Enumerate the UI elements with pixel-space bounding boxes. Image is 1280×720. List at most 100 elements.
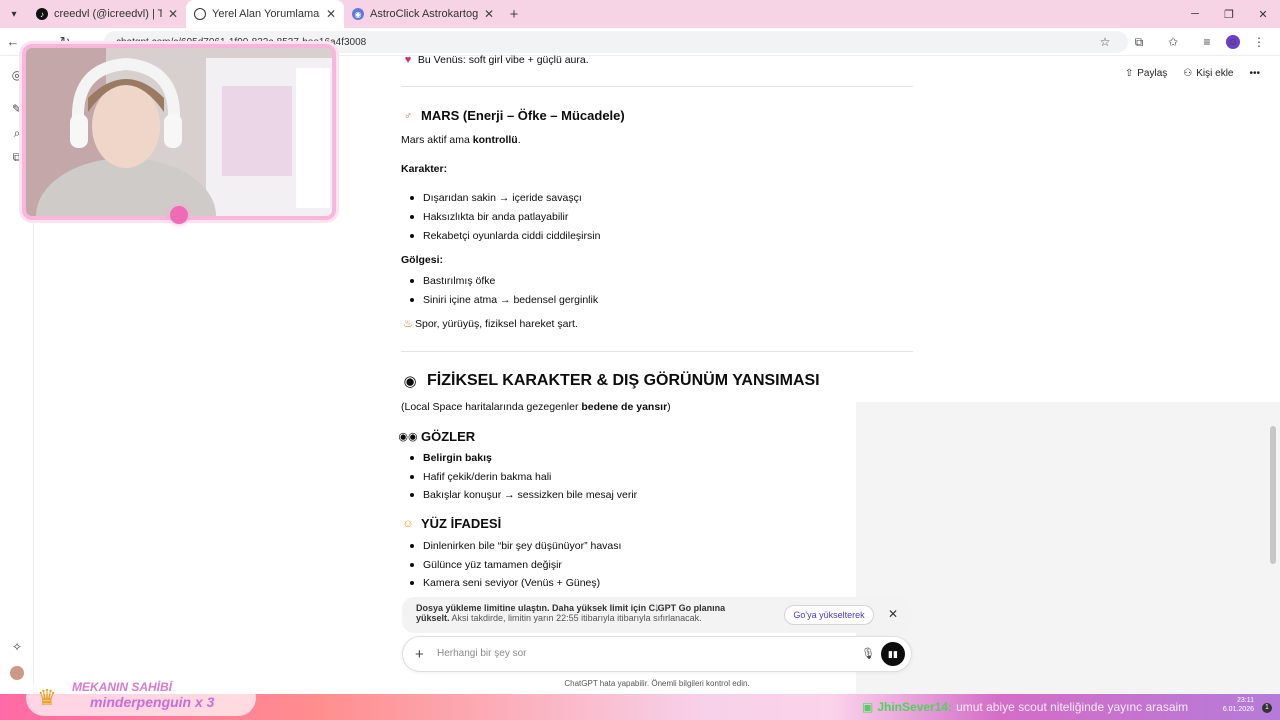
tab-chatgpt[interactable]: Yerel Alan Yorumlaması ✕ xyxy=(186,0,344,28)
list-item: Kamera seni seviyor (Venüs + Güneş) xyxy=(409,577,601,589)
list-item: Hafif çekik/derin bakma hali xyxy=(409,471,552,483)
mars-heading-text: MARS (Enerji – Öfke – Mücadele) xyxy=(421,108,625,123)
overlay-panel xyxy=(856,402,1280,694)
more-options-button[interactable]: ••• xyxy=(1249,68,1260,79)
tiktok-icon: ♪ xyxy=(36,8,48,20)
character-label: Karakter: xyxy=(401,163,448,175)
notice-line2-bold: yükselt. xyxy=(416,613,450,623)
venus-text: Bu Venüs: soft girl vibe + güçlü aura. xyxy=(417,54,589,66)
list-item: Gülünce yüz tamamen değişir xyxy=(410,559,562,571)
list-item: Haksızlıkta bir anda patlayabilir xyxy=(409,211,569,223)
chatgpt-icon xyxy=(194,8,206,20)
fire-icon: ♨ xyxy=(403,318,413,330)
close-window-icon[interactable]: ✕ xyxy=(1246,0,1280,28)
tab-astroclick[interactable]: ◉ AstroClick Astrokartografi Yoru ✕ xyxy=(344,0,502,28)
physical-note-post: ) xyxy=(667,401,671,413)
toolbar-actions: ☆ ⧉ ✩ ≡ O ⋮ xyxy=(1090,28,1274,56)
divider xyxy=(401,86,913,87)
upgrade-go-button[interactable]: Go'ya yükselterek xyxy=(784,605,874,625)
mars-intro-bold: kontrollü xyxy=(472,134,518,146)
face-heading-text: YÜZ İFADESİ xyxy=(421,516,502,531)
scrollbar-thumb[interactable] xyxy=(1270,426,1276,564)
system-clock: 23:11 6.01.2026 xyxy=(1223,696,1254,714)
list-item: Dışarıdan sakin → içeride savaşçı xyxy=(410,192,582,204)
mars-tip: ♨ Spor, yürüyüş, fiziksel hareket şart. xyxy=(401,317,578,331)
sparkle-icon[interactable]: ✧ xyxy=(10,640,24,654)
mars-heading: ♂ MARS (Enerji – Öfke – Mücadele) xyxy=(401,108,625,123)
window-controls: ─ ❐ ✕ xyxy=(1178,0,1280,28)
close-icon[interactable]: ✕ xyxy=(484,7,494,21)
profile-avatar[interactable]: O xyxy=(1226,35,1240,49)
shadow-label: Gölgesi: xyxy=(401,254,444,266)
chat-user: JhinSever14: xyxy=(877,700,953,714)
mars-intro-pre: Mars aktif ama xyxy=(401,134,473,146)
menu-icon[interactable]: ⋮ xyxy=(1244,35,1274,49)
notification-badge[interactable]: 1 xyxy=(1262,703,1272,713)
microphone-icon[interactable]: 🎙 xyxy=(861,647,875,660)
new-tab-button[interactable]: + xyxy=(502,6,526,23)
list-item: Bakışlar konuşur → sessizken bile mesaj … xyxy=(409,489,638,501)
physical-heading: ◉ FİZİKSEL KARAKTER & DIŞ GÖRÜNÜM YANSIM… xyxy=(401,372,820,390)
bookmark-star-icon[interactable]: ☆ xyxy=(1090,35,1120,49)
close-icon[interactable]: ✕ xyxy=(888,607,898,621)
share-icon: ⇧ xyxy=(1124,68,1134,79)
scroll-down-icon[interactable]: ↓ xyxy=(650,600,664,614)
person-add-icon: ⚇ xyxy=(1183,68,1193,79)
close-icon[interactable]: ✕ xyxy=(168,7,178,21)
eye-icon: ◉ xyxy=(403,373,417,390)
back-icon[interactable]: ← xyxy=(0,34,26,49)
chat-message-text: umut abiye scout niteliğinde yayınc aras… xyxy=(956,700,1189,714)
webcam-overlay xyxy=(22,44,336,220)
host-title: MEKANIN SAHİBİ xyxy=(72,680,173,694)
heart-icon xyxy=(170,206,188,224)
add-person-label: Kişi ekle xyxy=(1196,68,1234,79)
venus-line: ♥ Bu Venüs: soft girl vibe + güçlü aura. xyxy=(401,53,589,67)
scrollbar[interactable] xyxy=(1270,58,1276,698)
media-icon[interactable]: ≡ xyxy=(1192,35,1222,49)
notice-line2-rest: Aksi takdirde, limitin yarın 22:55 itiba… xyxy=(449,613,702,623)
tab-strip: ▾ ♪ creedvl (@icreedvl) | TikTok ✕ Yerel… xyxy=(0,0,1280,28)
favorites-icon[interactable]: ✩ xyxy=(1158,35,1188,49)
eyes-heading: ◉◉ GÖZLER xyxy=(398,429,476,444)
divider xyxy=(401,351,913,352)
list-item: Siniri içine atma → bedensel gerginlik xyxy=(409,294,599,306)
voice-mode-icon[interactable]: ▮▮ xyxy=(881,642,905,666)
list-item: Dinlenirken bile “bir şey düşünüyor” hav… xyxy=(409,540,622,552)
share-button[interactable]: ⇧ Paylaş xyxy=(1125,68,1167,79)
tab-tiktok[interactable]: ♪ creedvl (@icreedvl) | TikTok ✕ xyxy=(28,0,186,28)
physical-note-pre: (Local Space haritalarında gezegenler xyxy=(401,401,582,413)
list-item: Belirgin bakış xyxy=(410,452,492,464)
globe-icon: ◉ xyxy=(352,8,364,20)
list-item: Bastırılmış öfke xyxy=(409,275,496,287)
composer-placeholder[interactable]: Herhangi bir şey sor xyxy=(437,648,526,659)
webcam-feed xyxy=(26,48,332,216)
tab-search-icon[interactable]: ▾ xyxy=(0,0,28,28)
close-icon[interactable]: ✕ xyxy=(326,7,336,21)
host-name: minderpenguin x 3 xyxy=(90,694,215,710)
mars-tip-text: Spor, yürüyüş, fiziksel hareket şart. xyxy=(415,318,578,330)
plus-icon[interactable]: + xyxy=(415,646,424,663)
minimize-icon[interactable]: ─ xyxy=(1178,0,1212,28)
crown-icon: ♛ xyxy=(37,685,57,710)
mars-symbol-icon: ♂ xyxy=(403,109,413,122)
share-label: Paylaş xyxy=(1137,68,1168,79)
clock-date: 6.01.2026 xyxy=(1222,706,1254,713)
restore-icon[interactable]: ❐ xyxy=(1212,0,1246,28)
tab-title: Yerel Alan Yorumlaması xyxy=(212,8,320,20)
list-item: Rekabetçi oyunlarda ciddi ciddileşirsin xyxy=(409,230,601,242)
user-avatar[interactable] xyxy=(10,666,24,680)
composer[interactable]: + Herhangi bir şey sor 🎙 ▮▮ xyxy=(402,636,912,672)
more-icon: ••• xyxy=(1249,68,1260,79)
mars-intro-post: . xyxy=(517,134,521,146)
disclaimer: ChatGPT hata yapabilir. Önemli bilgileri… xyxy=(564,679,750,688)
eyes-heading-text: GÖZLER xyxy=(421,429,476,444)
physical-note: (Local Space haritalarında gezegenler be… xyxy=(401,400,671,414)
extensions-icon[interactable]: ⧉ xyxy=(1124,35,1154,50)
physical-heading-text: FİZİKSEL KARAKTER & DIŞ GÖRÜNÜM YANSIMAS… xyxy=(427,372,820,389)
add-person-button[interactable]: ⚇ Kişi ekle xyxy=(1183,68,1233,79)
smile-icon: ☺ xyxy=(402,517,414,530)
clock-time: 23:11 xyxy=(1237,697,1254,704)
chat-ticker: ▣ JhinSever14: umut abiye scout niteliği… xyxy=(862,700,1188,714)
face-heading: ☺ YÜZ İFADESİ xyxy=(401,516,501,531)
chat-badge-icon: ▣ xyxy=(862,700,874,714)
